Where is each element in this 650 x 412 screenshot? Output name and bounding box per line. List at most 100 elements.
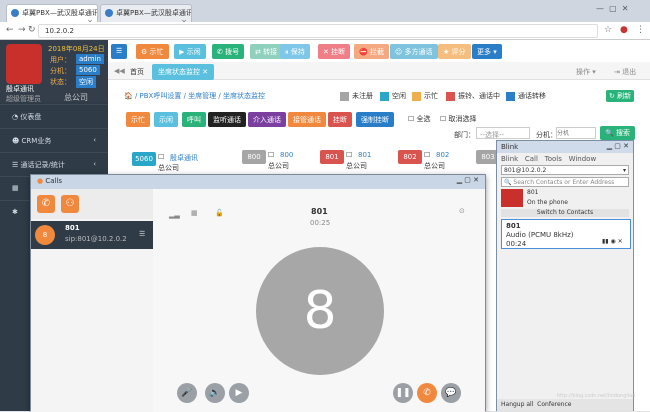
window-controls[interactable]: ▁ ▢ ✕ [457, 176, 479, 184]
conference-button[interactable]: Conference [537, 401, 571, 408]
sidebar-item-dashboard[interactable]: ◔ 仪表盘 [0, 104, 108, 128]
menu-icon[interactable]: ⋮ [636, 25, 645, 35]
tab-ops[interactable]: 操作 ▾ [576, 67, 596, 77]
hangup-button[interactable]: ✕ 挂断 [318, 44, 351, 59]
star-icon[interactable]: ☆ [604, 25, 612, 35]
reload-icon[interactable]: ↻ [28, 25, 36, 35]
pause-icon[interactable]: ❚❚ [393, 383, 413, 403]
back-icon[interactable]: ← [6, 25, 14, 35]
breadcrumb-item[interactable]: PBX呼叫设置 [140, 92, 182, 100]
select-all-checkbox[interactable]: ☐ 全选 [408, 114, 431, 124]
caller-sip: sip:801@10.2.0.2 [65, 235, 127, 243]
sidebar-item-crm[interactable]: ☻ CRM业务 ‹ [0, 128, 108, 152]
ext-checkbox[interactable]: ☐ [268, 151, 274, 159]
refresh-button[interactable]: ↻ 刷新 [606, 90, 635, 102]
breadcrumb-item[interactable]: 坐席状态监控 [223, 92, 265, 100]
rate-button[interactable]: ★ 评分 [438, 44, 471, 59]
action-force-hangup-button[interactable]: 强制挂断 [356, 112, 394, 127]
btn-label: 挂断 [333, 116, 347, 124]
company-name[interactable]: 殷卓通讯 [6, 84, 34, 94]
forward-icon[interactable]: → [18, 25, 26, 35]
action-hangup-button[interactable]: 挂断 [328, 112, 352, 127]
hangup-all-button[interactable]: Hangup all [501, 401, 533, 408]
mic-icon[interactable]: 🎤 [177, 383, 197, 403]
menu-tools[interactable]: Tools [545, 155, 562, 163]
conference-button[interactable]: ☺ 多方通话 [390, 44, 438, 59]
blink-menubar: Blink Call Tools Window [501, 155, 596, 163]
sidebar-item-calllog[interactable]: ☰ 通话记录/统计 ‹ [0, 152, 108, 176]
btn-label: 示忙 [149, 48, 164, 56]
ext-name: 802 [436, 151, 450, 159]
ext-checkbox[interactable]: ☐ [424, 151, 430, 159]
caller-name: 801 [65, 224, 80, 232]
ext-tile[interactable]: 5060 [132, 152, 156, 166]
ext-org: 总公司 [424, 162, 445, 170]
switch-contacts-button[interactable]: Switch to Contacts [501, 209, 629, 217]
session-panel[interactable]: 801 Audio (PCMU 8kHz) 00:24 ▮▮ ◉ ✕ [501, 219, 631, 249]
hold-button[interactable]: ⏸ 保持 [280, 44, 310, 59]
intercept-button[interactable]: ⛔ 拦截 [354, 44, 389, 59]
ext-name: 800 [280, 151, 294, 159]
menu-blink[interactable]: Blink [501, 155, 518, 163]
action-listen-button[interactable]: 监听通话 [208, 112, 246, 127]
dial-button[interactable]: ✆ 拨号 [212, 44, 245, 59]
tab-left-icon[interactable]: ◀◀ [114, 67, 125, 75]
dept-select[interactable]: --选择-- [476, 127, 530, 139]
action-call-button[interactable]: 呼叫 [182, 112, 206, 127]
menu-window[interactable]: Window [569, 155, 597, 163]
browser-tab[interactable]: 卓翼PBX—武汉殷卓通讯 × [6, 4, 98, 22]
call-list-item[interactable]: 8 801 sip:801@10.2.0.2 ☰ [31, 221, 153, 249]
ext-tile[interactable]: 801 [320, 150, 344, 164]
cancel-select-checkbox[interactable]: ☐ 取消选择 [440, 114, 477, 124]
breadcrumb-item[interactable]: 坐席管理 [188, 92, 216, 100]
date-text: 2018年08月24日 [48, 45, 105, 53]
record-icon[interactable]: ⊙ [459, 207, 465, 215]
chat-icon[interactable]: 💬 [441, 383, 461, 403]
menu-toggle-button[interactable]: ☰ [111, 44, 127, 59]
search-input[interactable]: 🔍 Search Contacts or Enter Address [501, 177, 629, 187]
hangup-icon[interactable]: ✆ [417, 383, 437, 403]
action-join-button[interactable]: 介入通话 [248, 112, 286, 127]
video-icon[interactable]: ▶ [229, 383, 249, 403]
lock-icon: 🔓 [215, 209, 224, 217]
extension-icon[interactable]: ● [620, 25, 628, 35]
ext-org: 总公司 [346, 162, 367, 170]
more-button[interactable]: 更多 ▾ [472, 44, 502, 59]
new-call-icon[interactable]: ✆ [37, 195, 55, 213]
url-input[interactable]: 10.2.0.2 [38, 24, 598, 38]
ext-filter-input[interactable] [556, 127, 596, 139]
legend-label: 空闲 [392, 92, 406, 100]
menu-icon[interactable]: ☰ [139, 230, 145, 238]
ext-tile[interactable]: 800 [242, 150, 266, 164]
browser-tab[interactable]: 卓翼PBX—武汉殷卓通讯 × [100, 4, 192, 22]
address-bar: ← → ↻ 10.2.0.2 ☆ ● ⋮ [0, 22, 650, 40]
list-icon: ☰ [12, 161, 21, 169]
action-busy-button[interactable]: 示忙 [126, 112, 150, 127]
menu-call[interactable]: Call [525, 155, 538, 163]
window-controls[interactable]: ▁ ▢ ✕ [607, 142, 629, 150]
transfer-button[interactable]: ⇄ 转接 [250, 44, 283, 59]
tab-exit[interactable]: ⇥ 退出 [614, 67, 636, 77]
ext-checkbox[interactable]: ☐ [346, 151, 352, 159]
home-icon[interactable]: 🏠 [124, 92, 133, 100]
search-button[interactable]: 🔍 搜索 [600, 126, 635, 140]
session-controls[interactable]: ▮▮ ◉ ✕ [602, 238, 623, 245]
btn-label: 更多 [477, 48, 491, 56]
btn-label: 保持 [290, 48, 305, 56]
btn-label: 监听通话 [213, 116, 241, 124]
account-select[interactable]: 801@10.2.0.2 ▾ [501, 165, 629, 175]
window-controls[interactable]: — ▢ ✕ [596, 4, 628, 13]
ext-checkbox[interactable]: ☐ [158, 153, 164, 161]
busy-button[interactable]: ⚙ 示忙 [136, 44, 169, 59]
ext-tile[interactable]: 802 [398, 150, 422, 164]
legend-swatch [506, 91, 515, 101]
btn-label: 介入通话 [253, 116, 281, 124]
action-idle-button[interactable]: 示闲 [154, 112, 178, 127]
tab-monitor[interactable]: 坐席状态监控 ✕ [152, 64, 215, 80]
contacts-icon[interactable]: ⚇ [61, 195, 79, 213]
idle-button[interactable]: ▶ 示闲 [174, 44, 206, 59]
tab-home[interactable]: 首页 [130, 67, 144, 77]
speaker-icon[interactable]: 🔈 [205, 383, 225, 403]
action-takeover-button[interactable]: 接管通话 [288, 112, 326, 127]
keypad-icon[interactable]: ▦ [191, 209, 198, 217]
